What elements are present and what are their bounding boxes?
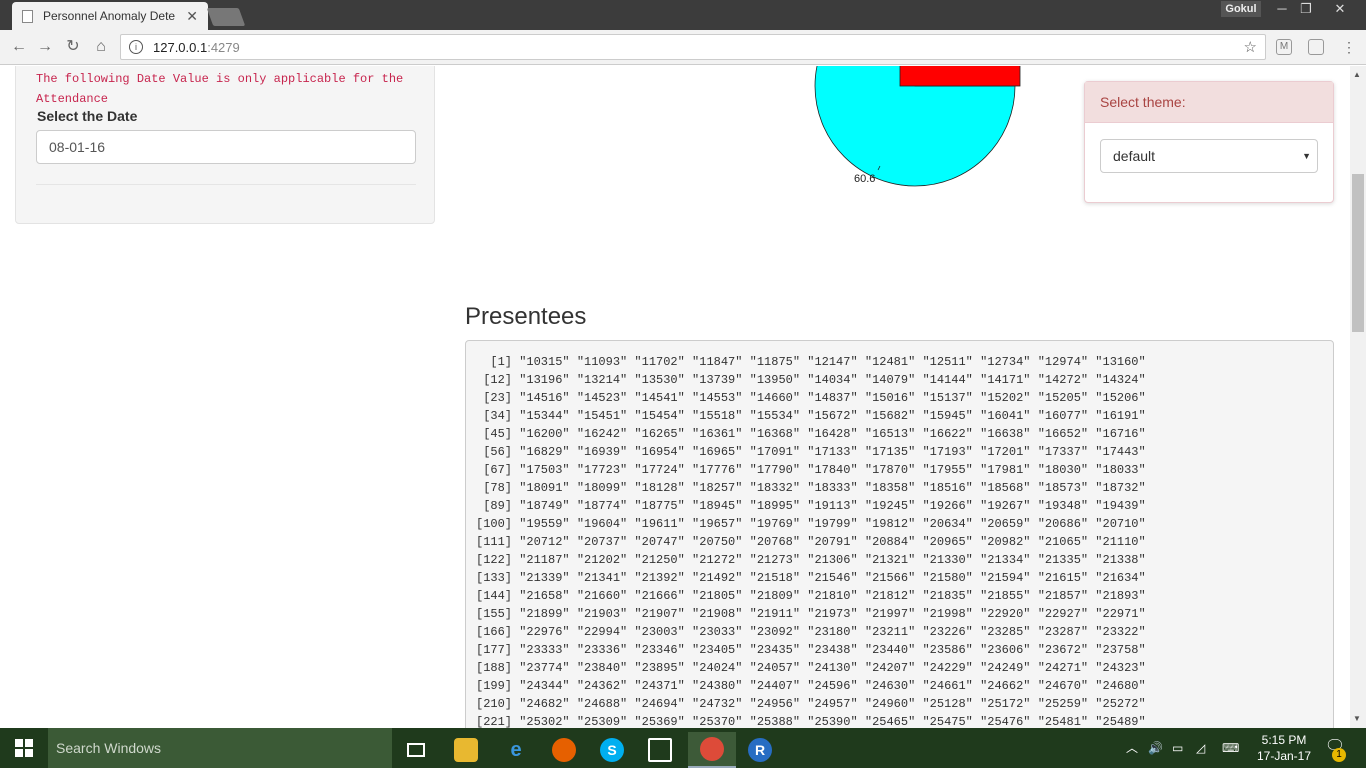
- output-row: [45] "16200" "16242" "16265" "16361" "16…: [476, 427, 1146, 441]
- output-row: [111] "20712" "20737" "20747" "20750" "2…: [476, 535, 1146, 549]
- output-row: [188] "23774" "23840" "23895" "24024" "2…: [476, 661, 1146, 675]
- task-view-icon[interactable]: [392, 732, 440, 768]
- bookmark-star-icon[interactable]: ☆: [1244, 38, 1257, 56]
- attendance-pie-chart: [814, 66, 1021, 187]
- browser-tab[interactable]: Personnel Anomaly Dete ✕: [12, 2, 208, 30]
- network-icon[interactable]: ◿: [1196, 728, 1205, 768]
- tab-close-button[interactable]: ✕: [186, 8, 198, 25]
- output-row: [23] "14516" "14523" "14541" "14553" "14…: [476, 391, 1146, 405]
- presentees-output: [1] "10315" "11093" "11702" "11847" "118…: [465, 340, 1334, 728]
- output-row: [166] "22976" "22994" "23003" "23033" "2…: [476, 625, 1146, 639]
- theme-panel: Select theme: default ▼: [1084, 81, 1334, 203]
- output-row: [221] "25302" "25309" "25369" "25370" "2…: [476, 715, 1146, 728]
- output-row: [210] "24682" "24688" "24694" "24732" "2…: [476, 697, 1146, 711]
- page-content: The following Date Value is only applica…: [0, 66, 1350, 728]
- output-row: [177] "23333" "23336" "23346" "23405" "2…: [476, 643, 1146, 657]
- output-row: [100] "19559" "19604" "19611" "19657" "1…: [476, 517, 1146, 531]
- edge-icon[interactable]: e: [492, 732, 540, 768]
- date-input[interactable]: [36, 130, 416, 164]
- output-row: [56] "16829" "16939" "16954" "16965" "17…: [476, 445, 1146, 459]
- output-row: [1] "10315" "11093" "11702" "11847" "118…: [476, 355, 1146, 369]
- output-row: [89] "18749" "18774" "18775" "18945" "18…: [476, 499, 1146, 513]
- menu-icon[interactable]: ⋮: [1338, 36, 1360, 58]
- windows-logo-icon: [15, 739, 33, 757]
- taskbar-search[interactable]: Search Windows: [48, 728, 392, 768]
- file-explorer-icon[interactable]: [442, 732, 490, 768]
- browser-toolbar: ← → ↻ ⌂ i 127.0.0.1:4279 ☆ M ⋮: [0, 30, 1366, 65]
- clock-time: 5:15 PM: [1261, 733, 1307, 747]
- sidebar-panel: The following Date Value is only applica…: [15, 66, 435, 224]
- address-bar[interactable]: i 127.0.0.1:4279 ☆: [120, 34, 1266, 60]
- extension-icon[interactable]: M: [1276, 39, 1292, 55]
- output-row: [67] "17503" "17723" "17724" "17776" "17…: [476, 463, 1146, 477]
- pie-slice-label: 60.6: [854, 173, 876, 185]
- date-label: Select the Date: [37, 108, 138, 124]
- scroll-down-icon[interactable]: ▼: [1353, 714, 1361, 723]
- r-icon[interactable]: R: [736, 732, 784, 768]
- restore-button[interactable]: ❐: [1294, 0, 1318, 18]
- output-row: [122] "21187" "21202" "21250" "21272" "2…: [476, 553, 1146, 567]
- divider: [36, 184, 416, 185]
- tab-title: Personnel Anomaly Dete: [43, 9, 176, 23]
- close-window-button[interactable]: ✕: [1328, 0, 1352, 18]
- chevron-down-icon: ▼: [1302, 151, 1311, 161]
- store-icon[interactable]: [636, 732, 684, 768]
- url-host: 127.0.0.1: [153, 39, 208, 55]
- battery-icon[interactable]: ▭: [1172, 728, 1183, 768]
- date-note: The following Date Value is only applica…: [36, 72, 404, 106]
- minimize-button[interactable]: ─: [1270, 0, 1294, 18]
- output-row: [155] "21899" "21903" "21907" "21908" "2…: [476, 607, 1146, 621]
- scroll-up-icon[interactable]: ▲: [1353, 70, 1361, 79]
- output-row: [133] "21339" "21341" "21392" "21492" "2…: [476, 571, 1146, 585]
- show-hidden-icons-icon[interactable]: ︿: [1126, 728, 1138, 768]
- theme-heading: Select theme:: [1085, 82, 1333, 123]
- theme-select[interactable]: default ▼: [1100, 139, 1318, 173]
- firefox-icon[interactable]: [540, 732, 588, 768]
- profile-name[interactable]: Gokul: [1221, 1, 1261, 17]
- page-icon: [22, 9, 33, 23]
- pie-slice-absent-visible: [899, 66, 1021, 87]
- output-row: [78] "18091" "18099" "18128" "18257" "18…: [476, 481, 1146, 495]
- start-button[interactable]: [0, 728, 48, 768]
- new-tab-button[interactable]: [206, 8, 246, 26]
- output-row: [34] "15344" "15451" "15454" "15518" "15…: [476, 409, 1146, 423]
- forward-icon[interactable]: →: [34, 36, 56, 58]
- browser-titlebar: Personnel Anomaly Dete ✕ Gokul ─ ❐ ✕: [0, 0, 1366, 30]
- theme-select-value: default: [1113, 148, 1156, 164]
- presentees-title: Presentees: [465, 303, 587, 330]
- extension-icon[interactable]: [1308, 39, 1324, 55]
- windows-taskbar: Search Windows e S R ︿ 🔊 ▭ ◿ ⌨ 5:15 PM 1…: [0, 728, 1366, 768]
- output-row: [144] "21658" "21660" "21666" "21805" "2…: [476, 589, 1146, 603]
- back-icon[interactable]: ←: [8, 36, 30, 58]
- page-scrollbar[interactable]: ▲ ▼: [1350, 66, 1366, 728]
- scroll-thumb[interactable]: [1352, 174, 1364, 332]
- chrome-icon[interactable]: [688, 732, 736, 768]
- url-port: :4279: [207, 39, 240, 55]
- taskbar-clock[interactable]: 5:15 PM 17-Jan-17: [1254, 732, 1314, 764]
- keyboard-icon[interactable]: ⌨: [1222, 728, 1239, 768]
- output-row: [199] "24344" "24362" "24371" "24380" "2…: [476, 679, 1146, 693]
- volume-icon[interactable]: 🔊: [1148, 728, 1163, 768]
- home-icon[interactable]: ⌂: [90, 36, 112, 58]
- reload-icon[interactable]: ↻: [62, 36, 84, 58]
- clock-date: 17-Jan-17: [1256, 749, 1312, 763]
- notification-count-badge: 1: [1332, 748, 1346, 762]
- info-icon[interactable]: i: [129, 40, 143, 54]
- output-row: [12] "13196" "13214" "13530" "13739" "13…: [476, 373, 1146, 387]
- skype-icon[interactable]: S: [588, 732, 636, 768]
